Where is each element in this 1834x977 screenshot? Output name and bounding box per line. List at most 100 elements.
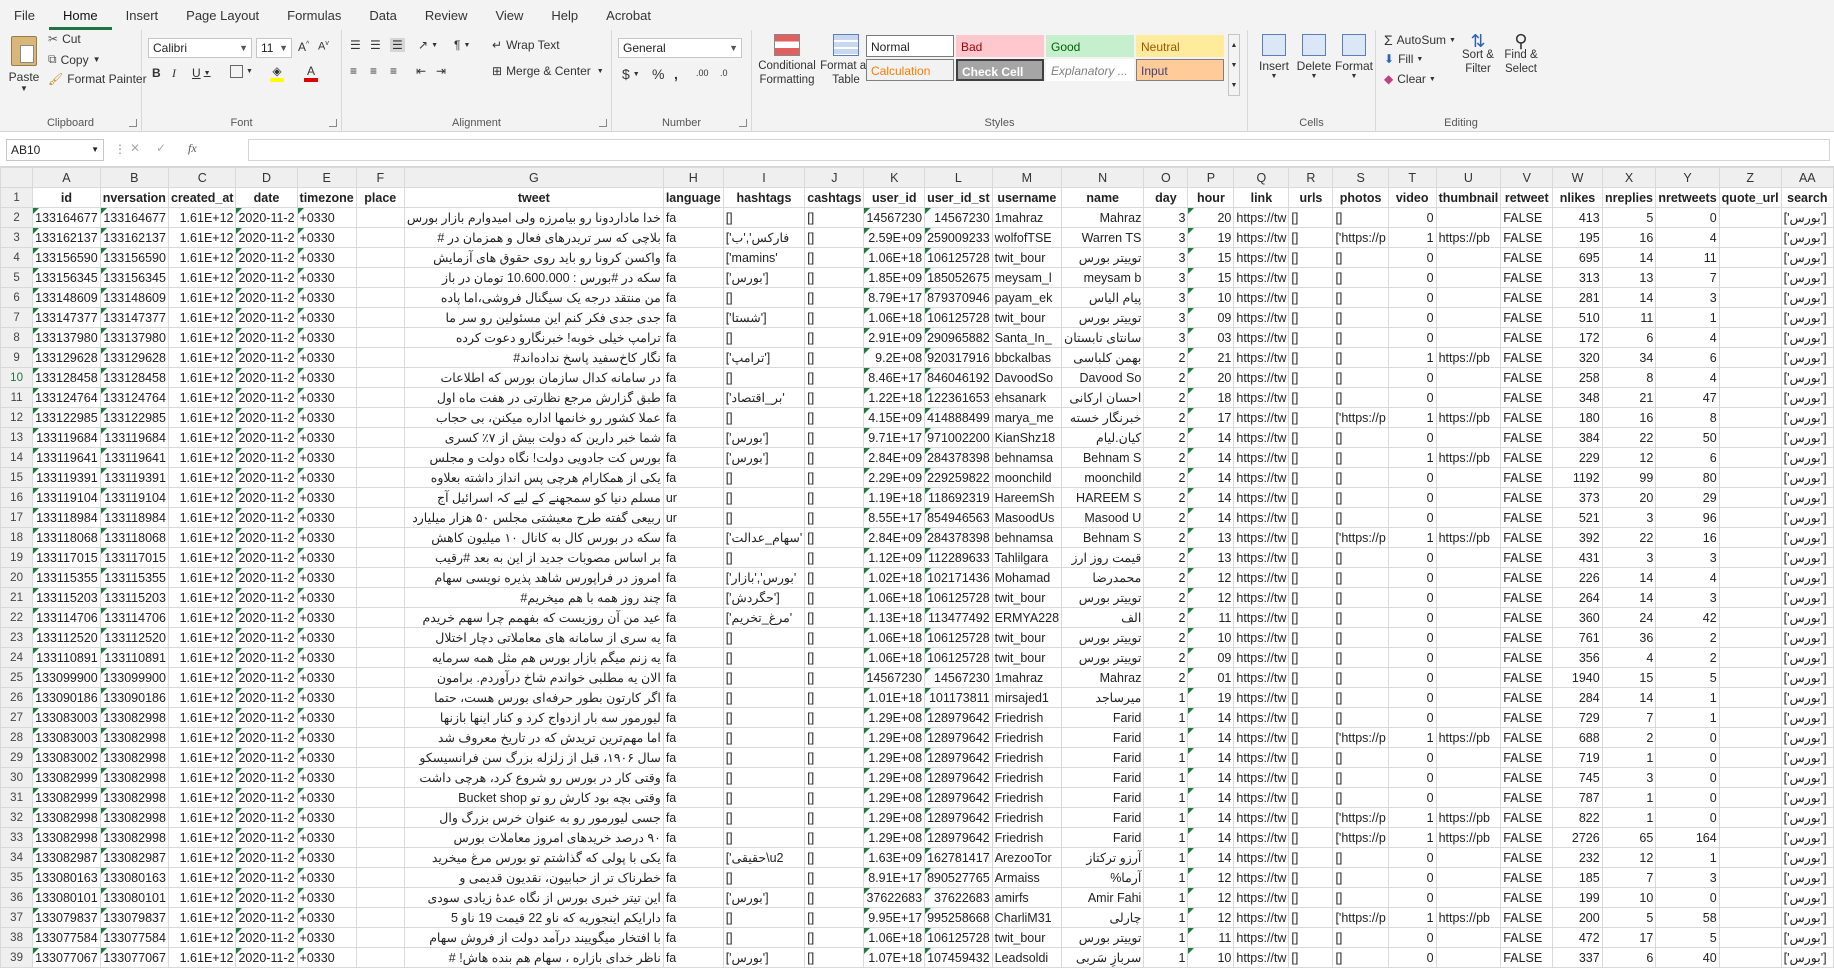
table-cell[interactable]: 106125728	[924, 647, 993, 668]
table-cell[interactable]	[1718, 587, 1782, 608]
table-cell[interactable]	[355, 707, 405, 728]
table-cell[interactable]: 128979642	[924, 827, 993, 848]
table-cell[interactable]: +0330	[296, 447, 357, 468]
table-cell[interactable]: ['بورس']	[1780, 847, 1834, 868]
table-cell[interactable]: 14567230	[924, 667, 993, 688]
table-cell[interactable]: 133080163	[32, 867, 101, 888]
table-cell[interactable]: https://tw	[1233, 787, 1290, 808]
delete-cells-button[interactable]: Delete ▼	[1294, 34, 1334, 80]
column-header-C[interactable]: C	[167, 167, 237, 188]
table-cell[interactable]: []	[722, 687, 806, 708]
table-cell[interactable]: 133117015	[99, 547, 169, 568]
table-cell[interactable]	[355, 327, 405, 348]
table-cell[interactable]: 133082998	[32, 807, 101, 828]
table-cell[interactable]: 133080163	[99, 867, 169, 888]
header-cell[interactable]: hashtags	[722, 187, 806, 208]
table-cell[interactable]: ['بورس']	[722, 427, 806, 448]
table-cell[interactable]: Masood U	[1061, 507, 1145, 528]
table-cell[interactable]: FALSE	[1500, 507, 1554, 528]
table-cell[interactable]: 2	[1655, 627, 1720, 648]
table-cell[interactable]: 1.61E+12	[167, 447, 237, 468]
table-cell[interactable]: fa	[662, 667, 724, 688]
table-cell[interactable]: 1	[1387, 907, 1437, 928]
table-cell[interactable]: fa	[662, 787, 724, 808]
table-cell[interactable]: +0330	[296, 887, 357, 908]
table-cell[interactable]: ['بورس']	[1780, 607, 1834, 628]
table-cell[interactable]: بر اساس مصوبات جدید از این به بعد #رقیب	[403, 547, 664, 568]
header-cell[interactable]: retweet	[1500, 187, 1554, 208]
table-cell[interactable]: []	[1288, 827, 1334, 848]
table-cell[interactable]	[355, 567, 405, 588]
fill-color-button[interactable]: ◈	[270, 64, 284, 82]
table-cell[interactable]: []	[1332, 207, 1389, 228]
table-cell[interactable]	[1435, 507, 1502, 528]
table-cell[interactable]: FALSE	[1500, 567, 1554, 588]
table-cell[interactable]: 133118068	[99, 527, 169, 548]
header-cell[interactable]: username	[991, 187, 1063, 208]
table-cell[interactable]: 1	[1655, 687, 1720, 708]
fill-button[interactable]: ⬇ Fill ▼	[1384, 52, 1423, 66]
table-cell[interactable]: 22	[1601, 527, 1657, 548]
table-cell[interactable]: آرزو ترکتاز	[1061, 847, 1145, 868]
table-cell[interactable]: 1.61E+12	[167, 887, 237, 908]
table-cell[interactable]: 1.61E+12	[167, 827, 237, 848]
table-cell[interactable]: 8	[1655, 407, 1720, 428]
table-cell[interactable]: []	[1288, 927, 1334, 948]
table-cell[interactable]: 0	[1387, 787, 1437, 808]
table-cell[interactable]: twit_bour	[991, 587, 1063, 608]
header-cell[interactable]: video	[1387, 187, 1437, 208]
table-cell[interactable]: []	[804, 587, 865, 608]
table-cell[interactable]: 22	[1601, 427, 1657, 448]
table-cell[interactable]: https://tw	[1233, 887, 1290, 908]
table-cell[interactable]	[355, 207, 405, 228]
table-cell[interactable]: []	[804, 647, 865, 668]
format-cells-button[interactable]: Format ▼	[1334, 34, 1374, 80]
table-cell[interactable]: خدا ماداردونا رو بیامرزه ولی امیدوارم با…	[403, 207, 664, 228]
table-cell[interactable]: 40	[1655, 947, 1720, 968]
table-cell[interactable]: 11	[1655, 247, 1720, 268]
table-cell[interactable]: یکی از همکارام هرچی پس انداز داشته بعلاو…	[403, 467, 664, 488]
table-cell[interactable]: https://pb	[1435, 227, 1502, 248]
table-cell[interactable]: 14	[1601, 567, 1657, 588]
table-cell[interactable]	[355, 647, 405, 668]
table-cell[interactable]: 133082998	[32, 827, 101, 848]
row-header[interactable]: 25	[0, 667, 34, 688]
table-cell[interactable]: ['بورس']	[1780, 647, 1834, 668]
table-cell[interactable]: Behnam S	[1061, 527, 1145, 548]
table-cell[interactable]: []	[722, 807, 806, 828]
table-cell[interactable]: 232	[1552, 847, 1603, 868]
table-cell[interactable]: 3	[1143, 227, 1189, 248]
table-cell[interactable]	[1718, 327, 1782, 348]
number-format-select[interactable]: General ▼	[618, 38, 742, 58]
table-cell[interactable]: []	[1332, 247, 1389, 268]
table-cell[interactable]: 3	[1143, 267, 1189, 288]
table-cell[interactable]: fa	[662, 587, 724, 608]
table-cell[interactable]: 133164677	[32, 207, 101, 228]
table-cell[interactable]: بلاچی که سر تریدرهای فعال و همزمان در #	[403, 227, 664, 248]
table-cell[interactable]: Warren TS	[1061, 227, 1145, 248]
table-cell[interactable]: FALSE	[1500, 667, 1554, 688]
table-cell[interactable]: []	[1332, 347, 1389, 368]
table-cell[interactable]: 133083002	[32, 747, 101, 768]
table-cell[interactable]: 1.19E+18	[863, 487, 926, 508]
table-cell[interactable]: []	[1288, 867, 1334, 888]
table-cell[interactable]: ['فارکس','ب	[722, 227, 806, 248]
table-cell[interactable]: []	[722, 667, 806, 688]
table-cell[interactable]: 128979642	[924, 707, 993, 728]
table-cell[interactable]: 1.06E+18	[863, 927, 926, 948]
table-cell[interactable]: 12	[1187, 887, 1235, 908]
menu-tab-help[interactable]: Help	[537, 2, 592, 30]
table-cell[interactable]: 0	[1387, 307, 1437, 328]
table-cell[interactable]: fa	[662, 467, 724, 488]
table-cell[interactable]: 122361653	[924, 387, 993, 408]
table-cell[interactable]: 17	[1187, 407, 1235, 428]
table-cell[interactable]: []	[804, 547, 865, 568]
table-cell[interactable]: 1.29E+08	[863, 707, 926, 728]
table-cell[interactable]: fa	[662, 347, 724, 368]
table-cell[interactable]: fa	[662, 827, 724, 848]
cancel-icon[interactable]: ✕	[130, 141, 140, 155]
table-cell[interactable]: 1	[1143, 767, 1189, 788]
table-cell[interactable]: در سامانه کدال سازمان بورس که اطلاعات	[403, 367, 664, 388]
table-cell[interactable]: 133119641	[99, 447, 169, 468]
table-cell[interactable]: []	[1288, 607, 1334, 628]
